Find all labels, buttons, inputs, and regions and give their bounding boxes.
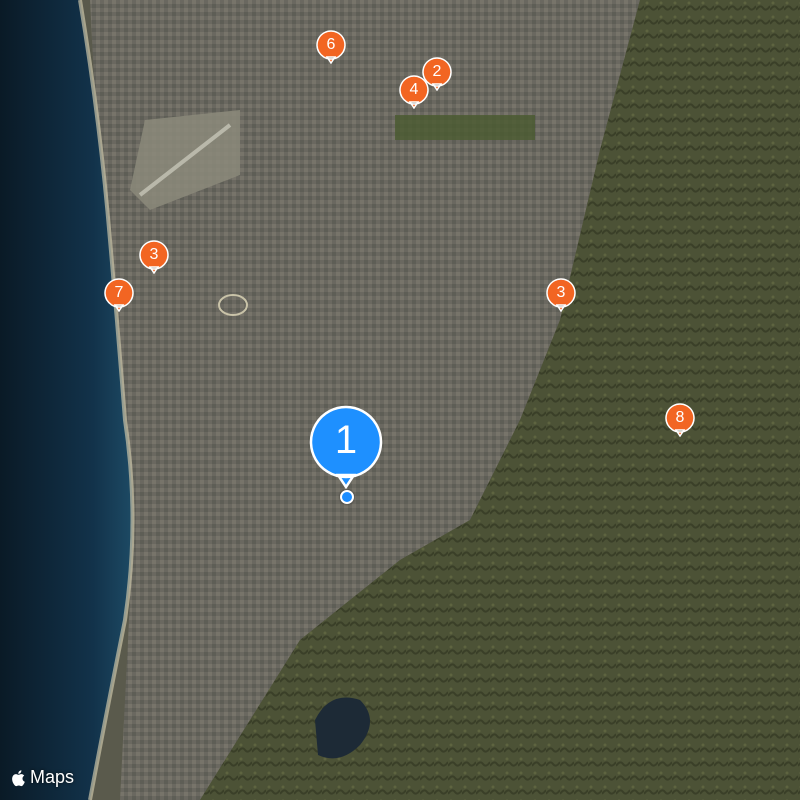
marker-label: 7 (114, 284, 124, 301)
marker-label: 3 (556, 284, 566, 301)
marker-label: 1 (334, 418, 358, 462)
marker-label: 8 (675, 409, 685, 426)
attribution-text: Maps (30, 767, 75, 787)
map-marker-8[interactable]: 7 (104, 278, 134, 312)
map-view[interactable]: 6 2 4 3 7 3 8 1 Maps (0, 0, 800, 800)
map-marker-3[interactable]: 3 (546, 278, 576, 312)
marker-label: 4 (409, 81, 419, 98)
map-marker-4[interactable]: 3 (139, 240, 169, 274)
apple-logo-icon (12, 769, 25, 786)
map-marker-6[interactable]: 4 (399, 75, 429, 109)
map-marker-9[interactable]: 8 (665, 403, 695, 437)
marker-label: 3 (149, 246, 159, 263)
current-location-dot (340, 490, 354, 504)
map-marker-1-selected[interactable]: 1 (308, 405, 384, 489)
satellite-map-imagery (0, 0, 800, 800)
maps-attribution[interactable]: Maps (10, 767, 74, 788)
map-marker-7[interactable]: 6 (316, 30, 346, 64)
marker-label: 6 (326, 36, 336, 53)
